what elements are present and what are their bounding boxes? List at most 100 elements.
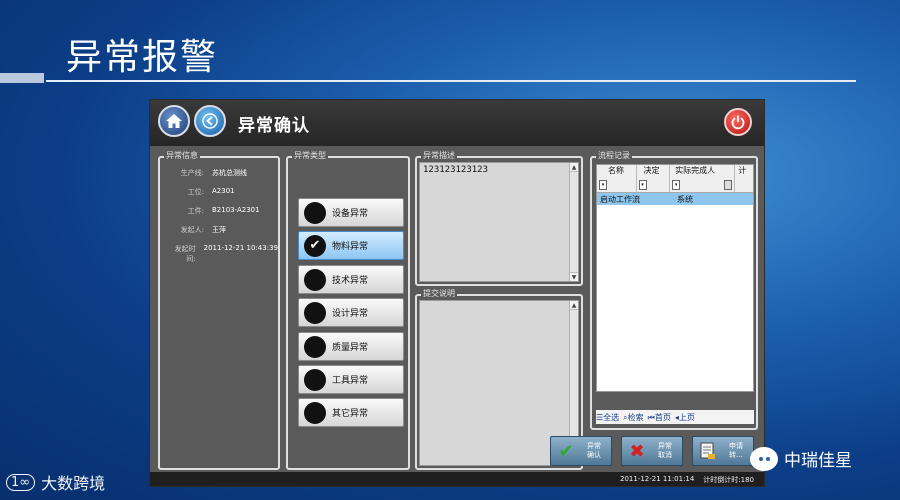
apply-transfer-button-label: 申请 转… bbox=[729, 442, 743, 459]
document-icon bbox=[698, 441, 718, 461]
info-value: 2011-12-21 10:43:39 bbox=[203, 244, 278, 252]
radio-dot-icon bbox=[304, 335, 326, 358]
description-scrollbar[interactable]: ▲ ▼ bbox=[569, 163, 578, 281]
type-button-other[interactable]: 其它异常 bbox=[298, 398, 404, 427]
type-button-label: 质量异常 bbox=[332, 343, 369, 353]
info-row-part: 工件: B2103-A2301 bbox=[166, 206, 278, 216]
info-value: B2103-A2301 bbox=[212, 206, 260, 214]
status-timer: 计时倒计时:180 bbox=[703, 476, 754, 484]
status-time: 2011-12-21 11:01:14 bbox=[620, 475, 695, 483]
info-key: 发起时间: bbox=[174, 245, 196, 263]
watermark-right: 中瑞佳星 bbox=[750, 446, 852, 471]
select-all-button[interactable]: ☰全选 bbox=[596, 412, 619, 423]
first-page-button[interactable]: ⏮首页 bbox=[648, 412, 671, 423]
type-button-technical[interactable]: 技术异常 bbox=[298, 265, 404, 294]
apply-transfer-button[interactable]: 申请 转… bbox=[692, 436, 754, 466]
flow-table: 名称 ▾ 决定 ▾ 实际完成人 ▾ 计 启动工作流 系统 bbox=[596, 164, 754, 392]
type-button-label: 物料异常 bbox=[332, 242, 369, 252]
info-value: 王萍 bbox=[212, 226, 226, 234]
info-panel-label: 异常信息 bbox=[164, 151, 200, 161]
info-row-time: 发起时间: 2011-12-21 10:43:39 bbox=[166, 244, 278, 264]
column-header: 计 bbox=[738, 166, 747, 175]
info-row-initiator: 发起人: 王萍 bbox=[166, 225, 278, 235]
column-header: 决定 bbox=[643, 166, 660, 175]
scroll-down-icon[interactable]: ▼ bbox=[570, 272, 578, 281]
type-button-label: 技术异常 bbox=[332, 276, 369, 286]
description-textarea[interactable]: 123123123123 ▲ ▼ bbox=[419, 162, 579, 282]
checkmark-icon: ✔ bbox=[304, 234, 326, 257]
info-key: 工件: bbox=[187, 207, 204, 215]
flow-col-extra[interactable]: 计 bbox=[735, 165, 753, 192]
flow-pager: ☰全选 ⌕检索 ⏮首页 ◂上页 bbox=[596, 410, 754, 424]
flow-cell-person: 系统 bbox=[677, 194, 693, 204]
slide-title: 异常报警 bbox=[66, 37, 219, 78]
radio-dot-icon bbox=[304, 368, 326, 391]
check-icon: ✔ bbox=[558, 440, 574, 462]
type-button-tool[interactable]: 工具异常 bbox=[298, 365, 404, 394]
window-titlebar: 异常确认 bbox=[150, 100, 764, 146]
power-icon bbox=[731, 115, 745, 130]
home-button[interactable] bbox=[158, 105, 190, 137]
info-key: 发起人: bbox=[180, 226, 204, 234]
type-panel-label: 异常类型 bbox=[292, 151, 328, 161]
power-button[interactable] bbox=[724, 108, 752, 136]
radio-dot-icon bbox=[304, 401, 326, 424]
flow-table-header: 名称 ▾ 决定 ▾ 实际完成人 ▾ 计 bbox=[597, 165, 753, 193]
radio-dot-icon bbox=[304, 301, 326, 324]
info-key: 生产线: bbox=[180, 169, 204, 177]
info-row-station: 工位: A2301 bbox=[166, 187, 278, 197]
info-row-line: 生产线: 苏杭总测线 bbox=[166, 168, 278, 178]
confirm-button[interactable]: ✔ 异常 确认 bbox=[550, 436, 612, 466]
remark-panel-label: 提交说明 bbox=[421, 289, 457, 299]
window-title: 异常确认 bbox=[238, 116, 310, 136]
type-panel: 异常类型 设备异常 ✔ 物料异常 技术异常 设计异常 质量异常 工具异常 其它异… bbox=[286, 151, 410, 470]
type-button-label: 设备异常 bbox=[332, 209, 369, 219]
filter-icon[interactable]: ▾ bbox=[599, 180, 607, 190]
title-accent-bar bbox=[0, 73, 44, 83]
flow-col-decision[interactable]: 决定 ▾ bbox=[637, 165, 671, 192]
cross-icon: ✖ bbox=[629, 440, 645, 462]
filter-icon[interactable]: ▾ bbox=[638, 180, 647, 190]
type-button-label: 工具异常 bbox=[332, 376, 369, 386]
back-button[interactable] bbox=[194, 105, 226, 137]
filter-icon[interactable]: ▾ bbox=[672, 180, 681, 190]
description-panel-label: 异常描述 bbox=[421, 151, 457, 161]
watermark-left: 1∞ 大数跨境 bbox=[6, 470, 105, 494]
scroll-up-icon[interactable]: ▲ bbox=[570, 163, 578, 172]
app-window: 异常确认 异常信息 生产线: 苏杭总测线 工位: A2301 工件: B2103… bbox=[149, 99, 765, 487]
status-bar: 2011-12-21 11:01:14 计时倒计时:180 bbox=[150, 472, 764, 486]
cancel-button-label: 异常 取消 bbox=[658, 442, 672, 459]
search-button[interactable]: ⌕检索 bbox=[623, 412, 643, 423]
cancel-button[interactable]: ✖ 异常 取消 bbox=[621, 436, 683, 466]
scroll-up-icon[interactable]: ▲ bbox=[570, 301, 578, 310]
info-panel: 异常信息 生产线: 苏杭总测线 工位: A2301 工件: B2103-A230… bbox=[158, 151, 280, 470]
home-icon bbox=[166, 114, 182, 128]
flow-col-name[interactable]: 名称 ▾ bbox=[597, 165, 637, 192]
confirm-button-label: 异常 确认 bbox=[587, 442, 601, 459]
flow-cell-name: 启动工作流 bbox=[600, 194, 640, 204]
remark-text bbox=[420, 301, 578, 305]
info-value: A2301 bbox=[212, 187, 235, 195]
flow-panel-label: 流程记录 bbox=[596, 151, 632, 161]
info-value: 苏杭总测线 bbox=[212, 169, 247, 177]
filter-icon[interactable] bbox=[724, 180, 733, 190]
info-key: 工位: bbox=[187, 188, 204, 196]
type-button-quality[interactable]: 质量异常 bbox=[298, 332, 404, 361]
type-button-material[interactable]: ✔ 物料异常 bbox=[298, 231, 404, 260]
flow-col-person[interactable]: 实际完成人 ▾ bbox=[670, 165, 736, 192]
brand-logo-icon: 1∞ bbox=[6, 473, 36, 491]
column-header: 实际完成人 bbox=[675, 166, 716, 175]
back-arrow-icon bbox=[202, 113, 218, 129]
title-divider bbox=[46, 80, 856, 82]
type-button-label: 设计异常 bbox=[332, 309, 369, 319]
radio-dot-icon bbox=[304, 201, 326, 224]
prev-page-button[interactable]: ◂上页 bbox=[675, 412, 695, 423]
description-text: 123123123123 bbox=[423, 165, 489, 175]
type-button-design[interactable]: 设计异常 bbox=[298, 298, 404, 327]
flow-panel: 流程记录 名称 ▾ 决定 ▾ 实际完成人 ▾ 计 启动工作流 系统 ☰全选 ⌕检… bbox=[590, 151, 758, 430]
type-button-equipment[interactable]: 设备异常 bbox=[298, 198, 404, 227]
column-header: 名称 bbox=[608, 166, 624, 175]
type-button-label: 其它异常 bbox=[332, 409, 369, 419]
table-row[interactable]: 启动工作流 系统 bbox=[597, 193, 753, 205]
watermark-left-text: 大数跨境 bbox=[41, 474, 106, 493]
